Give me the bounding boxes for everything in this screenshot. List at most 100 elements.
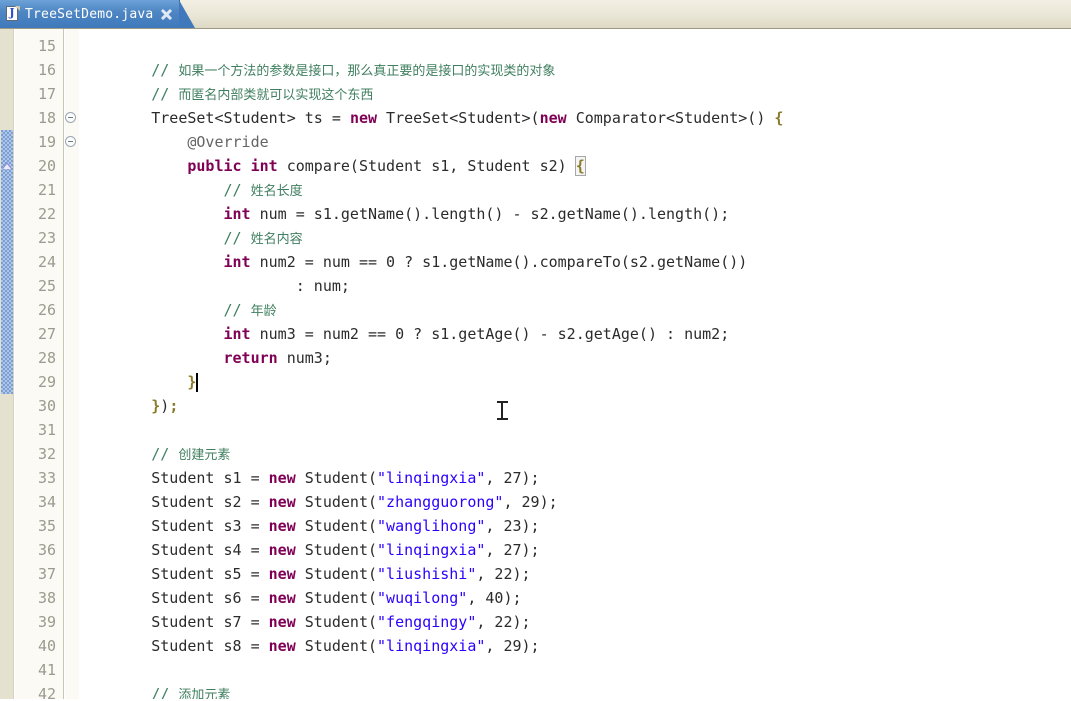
code-token-pln: , 22); [476,613,531,631]
close-icon[interactable] [160,8,173,21]
code-token-pln: Student s4 = [79,541,269,559]
code-token-str: "wuqilong" [377,589,468,607]
code-token-pln: Student s3 = [79,517,269,535]
code-line[interactable]: : num; [79,274,350,298]
line-number: 21 [37,181,56,199]
code-token-pln: , 27); [485,469,540,487]
code-token-pln: Student( [295,637,378,655]
tab-treesetdemo-java[interactable]: J TreeSetDemo.java [0,0,196,28]
code-token-kw: int [223,253,251,271]
code-token-kw: new [268,589,296,607]
code-token-pln: Student( [295,613,378,631]
code-line[interactable]: Student s3 = new Student("wanglihong", 2… [79,514,539,538]
code-line[interactable]: int num3 = num2 == 0 ? s1.getAge() - s2.… [79,322,730,346]
line-number: 32 [37,445,56,463]
java-file-icon: J [6,6,20,22]
code-token-brc: } [151,397,161,415]
code-line[interactable]: } [79,370,196,394]
line-number: 37 [37,565,56,583]
code-line[interactable]: Student s5 = new Student("liushishi", 22… [79,562,531,586]
code-token-pln: , 40); [467,589,522,607]
code-line[interactable]: TreeSet<Student> ts = new TreeSet<Studen… [79,106,783,130]
code-token-kw: int [223,205,251,223]
code-token-str: "linqingxia" [377,637,486,655]
code-line[interactable]: int num2 = num == 0 ? s1.getName().compa… [79,250,748,274]
code-line[interactable]: @Override [79,130,269,154]
line-number: 23 [37,229,56,247]
line-number: 22 [37,205,56,223]
code-line[interactable]: Student s6 = new Student("wuqilong", 40)… [79,586,522,610]
code-token-pln [79,85,151,103]
code-line[interactable]: public int compare(Student s1, Student s… [79,154,586,178]
code-token-cmt: // [223,301,251,319]
code-line[interactable]: }); [79,394,178,418]
line-number-ruler: 15 16 17 18 19 20 21 22 23 24 25 26 27 28 29 30 31 32 33 34… [15,29,64,701]
code-token-cjk: 姓名长度 [250,184,303,199]
code-line[interactable]: Student s7 = new Student("fengqingy", 22… [79,610,531,634]
code-token-cmt: // [223,181,251,199]
line-number: 28 [37,349,56,367]
code-token-brc: { [774,109,784,127]
code-token-pln [79,229,224,247]
code-token-pln [79,373,187,391]
code-line[interactable]: Student s2 = new Student("zhangguorong",… [79,490,557,514]
line-number: 24 [37,253,56,271]
code-token-pln [79,61,151,79]
code-token-pln: Student s2 = [79,493,269,511]
code-token-pln: compare(Student s1, Student s2) [277,157,576,175]
code-token-str: "zhangguorong" [377,493,504,511]
code-token-pln: ) [160,397,170,415]
code-token-pln [79,397,151,415]
code-line[interactable]: // 姓名长度 [79,178,303,202]
line-number: 25 [37,277,56,295]
code-token-kw: new [268,541,296,559]
folding-ruler[interactable] [65,29,79,701]
code-line[interactable]: Student s8 = new Student("linqingxia", 2… [79,634,539,658]
code-token-cjk: 如果一个方法的参数是接口，那么真正要的是接口的实现类的对象 [178,64,556,79]
code-token-pln: Student( [295,493,378,511]
fold-collapse-icon[interactable] [65,112,76,123]
code-token-str: "linqingxia" [377,541,486,559]
code-line[interactable]: // 而匿名内部类就可以实现这个东西 [79,82,373,106]
code-token-pln [79,325,224,343]
code-token-pln: Student( [295,469,378,487]
code-line[interactable]: // 创建元素 [79,442,230,466]
line-number: 34 [37,493,56,511]
code-token-cmt: // [151,85,179,103]
code-token-pln: Student( [295,589,378,607]
code-token-brc: } [187,373,197,391]
code-token-pln: num = s1.getName().length() - s2.getName… [250,205,730,223]
annotation-ruler[interactable] [0,29,14,701]
code-token-pln: Student s6 = [79,589,269,607]
code-token-pln: Student s5 = [79,565,269,583]
fold-collapse-icon[interactable] [65,136,76,147]
code-text-area[interactable]: // 如果一个方法的参数是接口，那么真正要的是接口的实现类的对象 // 而匿名内… [79,29,1071,701]
code-token-str: "wanglihong" [377,517,486,535]
code-line[interactable]: // 如果一个方法的参数是接口，那么真正要的是接口的实现类的对象 [79,58,555,82]
code-editor[interactable]: 15 16 17 18 19 20 21 22 23 24 25 26 27 28 29 30 31 32 33 34… [0,29,1071,701]
code-token-pln: , 22); [476,565,531,583]
code-token-pln [79,349,224,367]
code-token-ann: @Override [187,133,269,151]
line-number: 29 [37,373,56,391]
tab-label: TreeSetDemo.java [25,6,154,22]
code-token-cmt: // [223,229,251,247]
code-token-pln [79,133,187,151]
code-token-pln: Student s8 = [79,637,269,655]
override-marker-icon[interactable] [1,159,14,172]
code-line[interactable]: int num = s1.getName().length() - s2.get… [79,202,730,226]
code-token-cmt: // [151,61,179,79]
editor-tab-bar: J TreeSetDemo.java [0,0,1071,29]
code-token-kw: new [268,565,296,583]
code-line[interactable]: return num3; [79,346,332,370]
code-token-cjk: 创建元素 [178,448,231,463]
code-line[interactable]: Student s4 = new Student("linqingxia", 2… [79,538,539,562]
code-line[interactable]: // 姓名内容 [79,226,303,250]
code-token-kw: new [349,109,378,127]
code-line[interactable]: // 年龄 [79,298,277,322]
eclipse-editor-window: J TreeSetDemo.java 15 16 17 18 19 20 21 22 23 24 2… [0,0,1071,701]
java-file-icon-letter: J [9,6,15,19]
code-line[interactable]: Student s1 = new Student("linqingxia", 2… [79,466,540,490]
code-token-kw: new [539,109,567,127]
line-number: 35 [37,517,56,535]
